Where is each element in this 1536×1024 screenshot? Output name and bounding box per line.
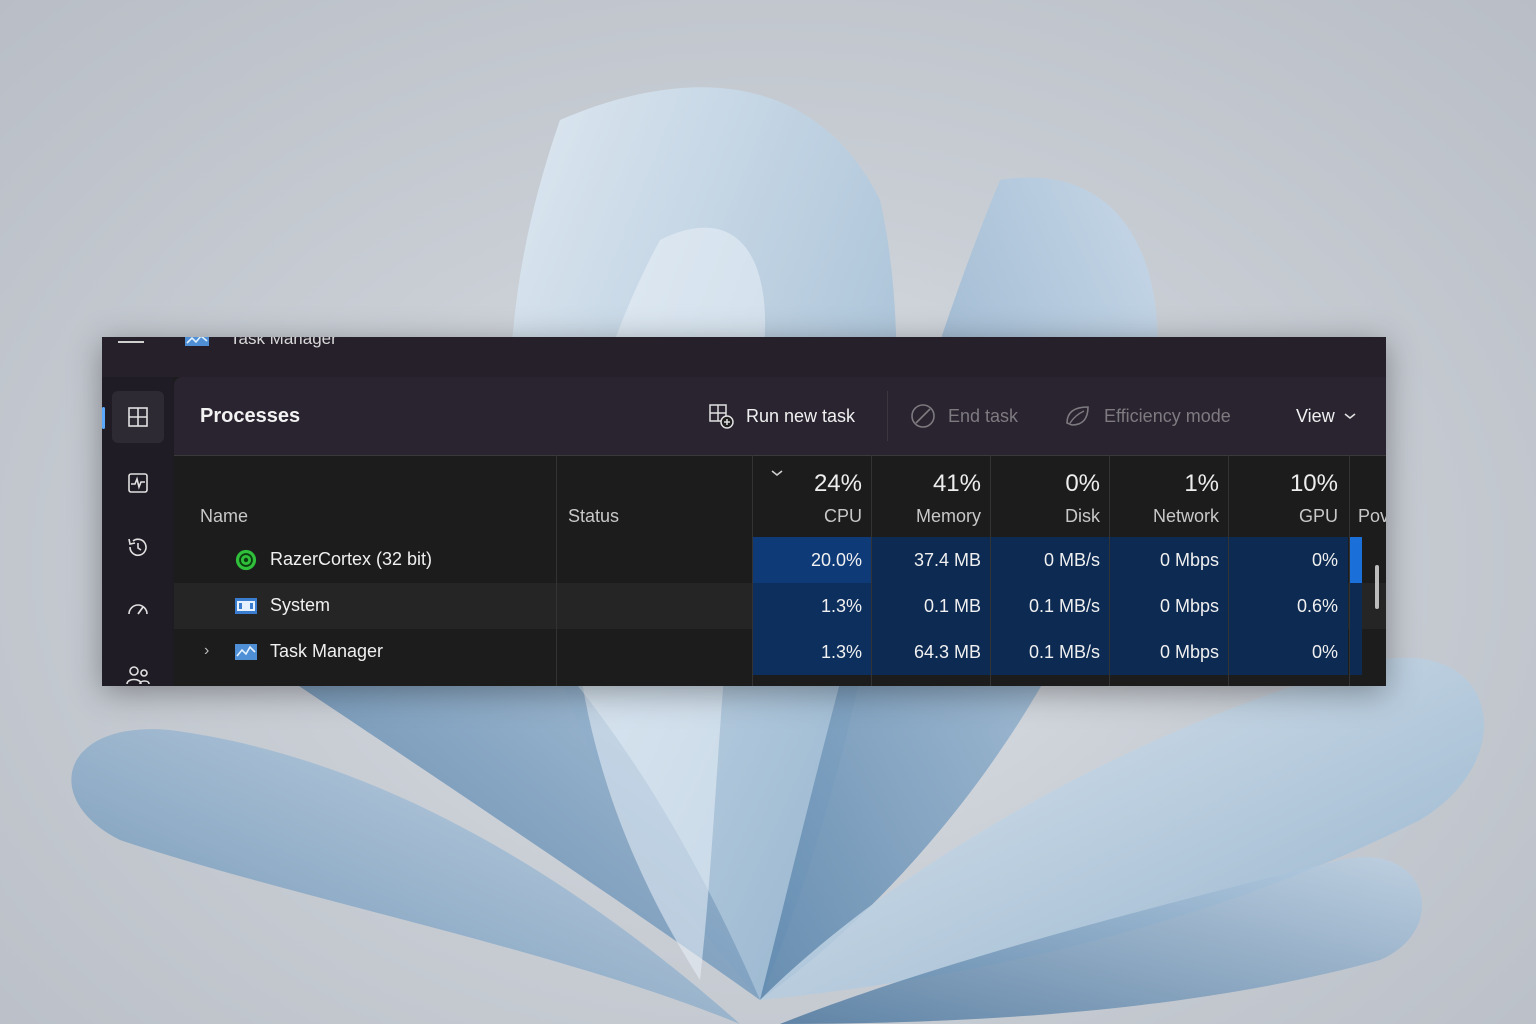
gpu-cell: 0.6% — [1229, 583, 1348, 629]
users-icon — [126, 666, 150, 685]
power-usage-cell — [1350, 629, 1362, 675]
gpu-label: GPU — [1298, 506, 1338, 526]
table-header: Name Status 24% CPU 41% Memory 0% Disk 1… — [174, 455, 1386, 538]
column-gpu[interactable]: 10% GPU — [1229, 456, 1348, 538]
disk-cell: 0 MB/s — [991, 537, 1110, 583]
task-manager-icon — [235, 644, 257, 660]
system-icon — [235, 598, 257, 614]
run-new-task-button[interactable]: Run new task — [708, 401, 855, 431]
efficiency-mode-label: Efficiency mode — [1104, 405, 1231, 426]
memory-label: Memory — [915, 506, 981, 526]
efficiency-mode-button[interactable]: Efficiency mode — [1064, 401, 1231, 431]
end-task-button[interactable]: End task — [910, 401, 1018, 431]
end-task-icon — [911, 404, 935, 428]
chevron-right-icon[interactable]: › — [204, 642, 209, 660]
column-divider — [556, 455, 557, 686]
table-row[interactable]: RazerCortex (32 bit) 20.0% 37.4 MB 0 MB/… — [174, 537, 1386, 583]
nav-processes[interactable] — [102, 391, 164, 443]
active-indicator — [102, 407, 105, 429]
title-bar: Task Manager — [102, 337, 1386, 377]
network-cell: 0 Mbps — [1110, 583, 1229, 629]
window-title: Task Manager — [230, 337, 337, 348]
memory-total: 41% — [932, 470, 981, 497]
gpu-cell: 0% — [1229, 629, 1348, 675]
nav-app-history[interactable] — [112, 521, 164, 573]
processes-page: Processes Run new task End task Efficien… — [174, 377, 1386, 686]
column-divider — [1228, 455, 1229, 686]
razer-cortex-icon — [235, 549, 257, 571]
page-title: Processes — [200, 405, 301, 427]
process-table: Name Status 24% CPU 41% Memory 0% Disk 1… — [174, 455, 1386, 686]
cpu-cell: 1.3% — [753, 583, 872, 629]
column-divider — [1109, 455, 1110, 686]
disk-cell: 0.1 MB/s — [991, 583, 1110, 629]
task-manager-window: Task Manager Processes Run new task End … — [102, 337, 1386, 686]
memory-cell: 37.4 MB — [872, 537, 991, 583]
column-memory[interactable]: 41% Memory — [872, 456, 991, 538]
power-usage-cell — [1350, 537, 1362, 583]
command-bar: Processes Run new task End task Efficien… — [174, 377, 1386, 455]
network-cell: 0 Mbps — [1110, 537, 1229, 583]
view-label: View — [1296, 405, 1335, 426]
gpu-cell: 0% — [1229, 537, 1348, 583]
table-row[interactable]: › Task Manager 1.3% 64.3 MB 0.1 MB/s 0 M… — [174, 629, 1386, 675]
process-name: RazerCortex (32 bit) — [270, 549, 433, 569]
cpu-label: CPU — [823, 506, 862, 526]
end-task-label: End task — [948, 405, 1019, 426]
run-new-task-label: Run new task — [746, 405, 856, 426]
column-status[interactable]: Status — [568, 506, 619, 527]
network-cell: 0 Mbps — [1110, 629, 1229, 675]
sidebar-nav — [102, 377, 172, 686]
process-name: Task Manager — [270, 641, 384, 661]
memory-cell: 0.1 MB — [872, 583, 991, 629]
run-new-task-icon — [709, 404, 734, 429]
column-power[interactable]: Pov — [1358, 506, 1386, 527]
disk-label: Disk — [1065, 506, 1100, 526]
vertical-scrollbar[interactable] — [1375, 565, 1379, 609]
power-usage-cell — [1350, 583, 1362, 629]
nav-startup-apps[interactable] — [112, 585, 164, 637]
processes-icon — [128, 407, 148, 427]
column-divider — [990, 455, 991, 686]
toolbar-separator — [887, 391, 888, 441]
startup-apps-icon — [128, 604, 148, 615]
column-divider — [752, 455, 753, 686]
disk-total: 0% — [1065, 470, 1100, 497]
task-manager-app-icon — [185, 337, 209, 346]
cpu-cell: 20.0% — [753, 537, 872, 583]
table-row[interactable]: System 1.3% 0.1 MB 0.1 MB/s 0 Mbps 0.6% — [174, 583, 1386, 629]
column-cpu[interactable]: 24% CPU — [753, 456, 872, 538]
column-network[interactable]: 1% Network — [1110, 456, 1229, 538]
cpu-cell: 1.3% — [753, 629, 872, 675]
leaf-icon — [1066, 406, 1089, 426]
nav-performance[interactable] — [112, 457, 164, 509]
nav-users[interactable] — [112, 649, 164, 686]
chevron-down-icon — [1344, 413, 1356, 420]
hamburger-menu-icon[interactable] — [118, 337, 144, 347]
disk-cell: 0.1 MB/s — [991, 629, 1110, 675]
app-history-icon — [128, 538, 147, 557]
network-total: 1% — [1184, 470, 1219, 497]
column-divider — [871, 455, 872, 686]
network-label: Network — [1152, 506, 1219, 526]
view-dropdown[interactable]: View — [1296, 401, 1357, 431]
column-name[interactable]: Name — [200, 506, 248, 527]
cpu-total: 24% — [813, 470, 862, 497]
column-divider — [1349, 455, 1350, 686]
performance-icon — [128, 473, 148, 493]
gpu-total: 10% — [1289, 470, 1338, 497]
memory-cell: 64.3 MB — [872, 629, 991, 675]
process-name: System — [270, 595, 331, 615]
column-disk[interactable]: 0% Disk — [991, 456, 1110, 538]
